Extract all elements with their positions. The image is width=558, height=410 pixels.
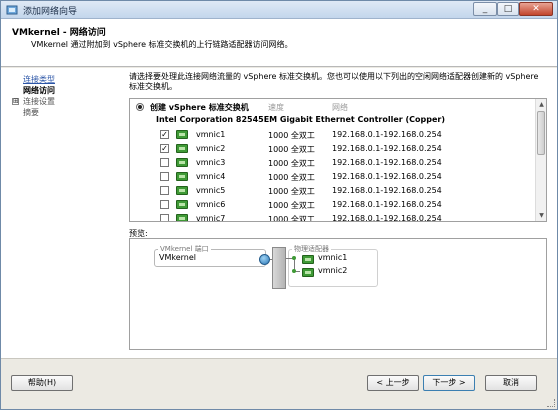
help-button[interactable]: 帮助(H) xyxy=(11,375,73,391)
network-adapter-icon xyxy=(176,186,188,195)
nic-speed: 1000 全双工 xyxy=(268,201,315,210)
nic-checkbox[interactable]: ✓ xyxy=(160,130,169,139)
network-column-header: 网络 xyxy=(332,103,348,112)
page-description: VMkernel 通过附加到 vSphere 标准交换机的上行链路适配器访问网络… xyxy=(31,40,293,49)
network-adapter-icon xyxy=(176,144,188,153)
nic-checkbox[interactable]: ✓ xyxy=(160,144,169,153)
create-switch-option[interactable]: 创建 vSphere 标准交换机 速度 网络 xyxy=(136,102,526,113)
close-icon: ✕ xyxy=(532,4,540,14)
list-item[interactable]: ✓ vmnic1 1000 全双工 192.168.0.1-192.168.0.… xyxy=(160,128,530,142)
network-wizard-icon xyxy=(6,5,18,15)
virtual-switch-icon xyxy=(272,247,286,289)
wizard-body: 连接类型 网络访问 ⊞ 连接设置 摘要 请选择要处理此连接网络流量的 vSphe… xyxy=(1,68,557,358)
nav-step-connection-type[interactable]: 连接类型 xyxy=(11,74,119,85)
network-adapter-icon xyxy=(176,130,188,139)
instruction-text: 请选择要处理此连接网络流量的 vSphere 标准交换机。您也可以使用以下列出的… xyxy=(129,72,539,91)
nic-network: 192.168.0.1-192.168.0.254 xyxy=(332,158,442,167)
nic-network: 192.168.0.1-192.168.0.254 xyxy=(332,214,442,222)
preview-panel: VMkernel VMkernel 端口 物理适配器 vmnic1 vmnic2 xyxy=(129,238,547,350)
controller-label: Intel Corporation 82545EM Gigabit Ethern… xyxy=(156,115,445,124)
nic-speed: 1000 全双工 xyxy=(268,173,315,182)
nav-step-label: 连接设置 xyxy=(23,97,55,106)
nic-checkbox[interactable] xyxy=(160,214,169,221)
back-button[interactable]: < 上一步 xyxy=(367,375,419,391)
list-item[interactable]: vmnic5 1000 全双工 192.168.0.1-192.168.0.25… xyxy=(160,184,530,198)
next-button[interactable]: 下一步 > xyxy=(423,375,475,391)
page-title: VMkernel - 网络访问 xyxy=(12,28,106,38)
nic-speed: 1000 全双工 xyxy=(268,187,315,196)
nic-checkbox[interactable] xyxy=(160,200,169,209)
list-scrollbar[interactable]: ▲ ▼ xyxy=(535,99,546,221)
network-adapter-icon xyxy=(176,172,188,181)
nic-network: 192.168.0.1-192.168.0.254 xyxy=(332,130,442,139)
wizard-content: 请选择要处理此连接网络流量的 vSphere 标准交换机。您也可以使用以下列出的… xyxy=(129,72,549,222)
nic-speed: 1000 全双工 xyxy=(268,215,315,222)
network-adapter-icon xyxy=(176,214,188,221)
list-item[interactable]: vmnic3 1000 全双工 192.168.0.1-192.168.0.25… xyxy=(160,156,530,170)
resize-grip-icon[interactable] xyxy=(547,399,555,407)
nav-step-label: 网络访问 xyxy=(23,86,55,95)
title-bar: 添加网络向导 _ □ ✕ xyxy=(1,1,557,19)
nic-name: vmnic4 xyxy=(196,172,226,181)
speed-column-header: 速度 xyxy=(268,103,284,112)
list-item[interactable]: ✓ vmnic2 1000 全双工 192.168.0.1-192.168.0.… xyxy=(160,142,530,156)
network-adapter-icon xyxy=(302,268,314,277)
list-item[interactable]: vmnic7 1000 全双工 192.168.0.1-192.168.0.25… xyxy=(160,212,530,222)
port-group-label: VMkernel 端口 xyxy=(158,244,211,254)
nic-name: vmnic1 xyxy=(196,130,226,139)
network-adapter-icon xyxy=(176,200,188,209)
minimize-button[interactable]: _ xyxy=(473,2,497,16)
list-item[interactable]: vmnic4 1000 全双工 192.168.0.1-192.168.0.25… xyxy=(160,170,530,184)
close-button[interactable]: ✕ xyxy=(519,2,553,16)
nic-checkbox[interactable] xyxy=(160,172,169,181)
maximize-button[interactable]: □ xyxy=(497,2,519,16)
nic-speed: 1000 全双工 xyxy=(268,159,315,168)
nav-step-connection-settings[interactable]: ⊞ 连接设置 xyxy=(11,96,119,107)
nic-network: 192.168.0.1-192.168.0.254 xyxy=(332,200,442,209)
expand-icon[interactable]: ⊞ xyxy=(12,98,19,105)
nic-name: vmnic6 xyxy=(196,200,226,209)
vmkernel-port-name: VMkernel xyxy=(159,253,197,262)
link-status-icon xyxy=(292,269,296,273)
scrollbar-thumb[interactable] xyxy=(537,111,545,155)
wizard-steps-nav: 连接类型 网络访问 ⊞ 连接设置 摘要 xyxy=(11,74,119,118)
nic-name: vmnic3 xyxy=(196,158,226,167)
adapter-list[interactable]: 创建 vSphere 标准交换机 速度 网络 Intel Corporation… xyxy=(129,98,547,222)
nic-network: 192.168.0.1-192.168.0.254 xyxy=(332,144,442,153)
nic-network: 192.168.0.1-192.168.0.254 xyxy=(332,172,442,181)
nav-step-label: 连接类型 xyxy=(23,75,55,84)
wizard-footer: 帮助(H) < 上一步 下一步 > 取消 xyxy=(1,358,557,409)
window-title: 添加网络向导 xyxy=(23,7,78,17)
nic-network: 192.168.0.1-192.168.0.254 xyxy=(332,186,442,195)
scroll-down-icon[interactable]: ▼ xyxy=(537,211,546,220)
nav-step-summary: 摘要 xyxy=(11,107,119,118)
wizard-window: 添加网络向导 _ □ ✕ VMkernel - 网络访问 VMkernel 通过… xyxy=(0,0,558,410)
nic-name: vmnic2 xyxy=(196,144,226,153)
cancel-button[interactable]: 取消 xyxy=(485,375,537,391)
nic-checkbox[interactable] xyxy=(160,158,169,167)
network-adapter-icon xyxy=(176,158,188,167)
wizard-header: VMkernel - 网络访问 VMkernel 通过附加到 vSphere 标… xyxy=(1,19,557,67)
minimize-icon: _ xyxy=(482,4,488,14)
nic-name: vmnic5 xyxy=(196,186,226,195)
nic-name: vmnic7 xyxy=(196,214,226,222)
list-item[interactable]: vmnic6 1000 全双工 192.168.0.1-192.168.0.25… xyxy=(160,198,530,212)
maximize-icon: □ xyxy=(503,4,513,14)
create-switch-label: 创建 vSphere 标准交换机 xyxy=(150,103,249,112)
nav-step-network-access: 网络访问 xyxy=(11,85,119,96)
network-adapter-icon xyxy=(302,255,314,264)
scroll-up-icon[interactable]: ▲ xyxy=(537,100,546,109)
vmkernel-port-icon xyxy=(259,254,270,265)
nic-speed: 1000 全双工 xyxy=(268,131,315,140)
nav-step-label: 摘要 xyxy=(23,108,39,117)
link-status-icon xyxy=(292,256,296,260)
create-switch-radio[interactable] xyxy=(136,103,144,111)
nic-checkbox[interactable] xyxy=(160,186,169,195)
preview-adapter-name: vmnic2 xyxy=(318,266,348,275)
nic-speed: 1000 全双工 xyxy=(268,145,315,154)
preview-adapter-name: vmnic1 xyxy=(318,253,348,262)
